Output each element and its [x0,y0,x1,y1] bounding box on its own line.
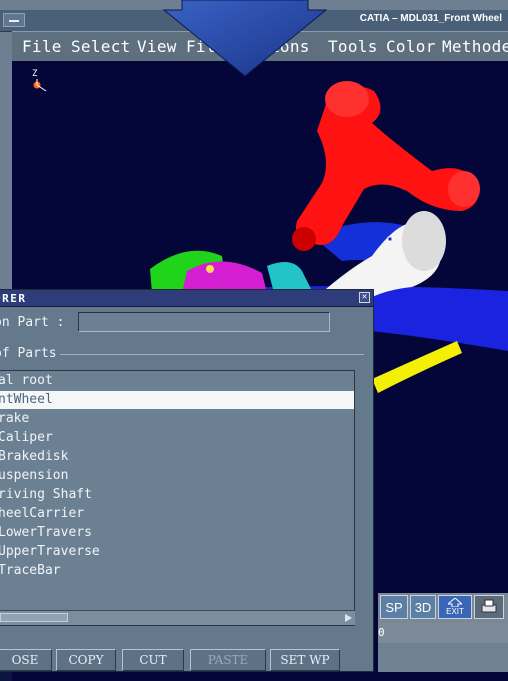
red-bushing-right [448,171,480,207]
exit-button[interactable]: EXIT [438,595,472,619]
set-wp-button[interactable]: SET WP [270,649,340,671]
exit-icon [448,598,462,607]
explorer-titlebar: ORER ✕ [0,290,373,307]
red-bushing-top [325,81,369,117]
scrollbar-thumb[interactable] [0,613,68,622]
pivot-marker [206,265,214,273]
print-button[interactable] [474,595,504,619]
yellow-rod [372,341,462,393]
red-ball-joint [292,227,316,251]
list-item[interactable]: TraceBar [0,562,354,580]
window-title: CATIA – MDL031_Front Wheel [359,13,502,24]
red-upper-traverse [296,86,478,245]
selection-point [387,236,393,242]
scroll-right-icon[interactable] [343,613,353,623]
list-item[interactable]: riving Shaft [0,486,354,504]
menu-select[interactable]: Select [71,37,131,56]
sp-button[interactable]: SP [380,595,408,619]
menu-tools[interactable]: Tools [328,37,378,56]
explorer-dialog: ORER ✕ on Part : of Parts al root ntWhee… [0,289,374,672]
parts-list[interactable]: al root ntWheel rake Caliper Brakedisk u… [0,370,355,626]
explorer-title: ORER [0,292,27,305]
menu-methoden[interactable]: Methoden [442,37,508,56]
cut-button[interactable]: CUT [122,649,184,671]
horizontal-scrollbar[interactable] [0,610,355,625]
dialog-button-row: OSE COPY CUT PASTE SET WP [0,647,374,673]
list-item[interactable]: al root [0,372,354,390]
list-item-selected[interactable]: ntWheel [0,391,354,409]
list-item[interactable]: LowerTravers [0,524,354,542]
menu-file[interactable]: File [22,37,62,56]
paste-button[interactable]: PASTE [190,649,266,671]
list-item[interactable]: UpperTraverse [0,543,354,561]
list-item[interactable]: heelCarrier [0,505,354,523]
part-input[interactable] [78,312,330,332]
close-button[interactable]: OSE [0,649,52,671]
list-item[interactable]: Caliper [0,429,354,447]
compass: Z [32,69,47,92]
status-text: 0 [378,626,385,639]
close-icon[interactable]: ✕ [359,292,370,303]
lower-panel [378,643,508,672]
bottom-toolbar: SP 3D EXIT [378,593,508,623]
list-item[interactable]: uspension [0,467,354,485]
copy-button[interactable]: COPY [56,649,116,671]
white-shaft-end [402,211,446,271]
part-label: on Part : [0,315,65,330]
window-menu-button[interactable] [3,13,25,27]
menu-color[interactable]: Color [386,37,436,56]
compass-axis-label: Z [32,69,38,79]
list-item[interactable]: rake [0,410,354,428]
status-bar: 0 [378,623,508,643]
3d-button[interactable]: 3D [410,595,436,619]
exit-label: EXIT [446,607,464,616]
down-arrow-icon [162,0,328,77]
list-item[interactable]: Brakedisk [0,448,354,466]
printer-icon [481,599,497,613]
compass-icon [33,79,47,92]
parts-group-label: of Parts [0,346,60,361]
